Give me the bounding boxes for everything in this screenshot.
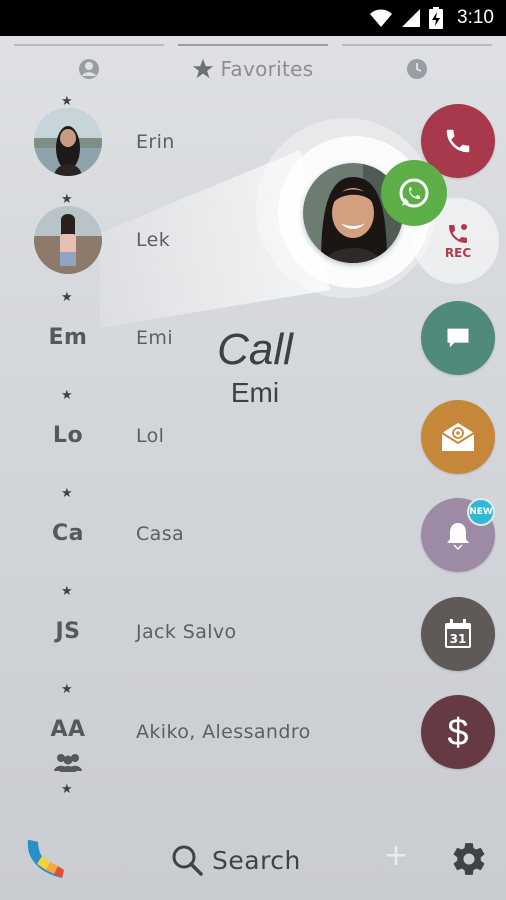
favorite-item-casa[interactable]: ★ Ca Casa (0, 484, 400, 582)
app-logo-icon[interactable] (22, 836, 68, 882)
whatsapp-action-button[interactable] (381, 160, 447, 226)
drag-action-hint: Call Emi (190, 324, 320, 410)
bell-icon (447, 523, 469, 551)
bottom-bar: + Search (0, 818, 506, 900)
star-icon: ★ (61, 388, 73, 403)
payment-action-button[interactable]: $ (421, 695, 495, 769)
favorite-name: Casa (136, 523, 185, 545)
contact-initials: Ca (52, 521, 84, 546)
dollar-icon: $ (447, 712, 468, 752)
contact-initials: Lo (52, 423, 84, 448)
gear-icon[interactable] (450, 840, 488, 878)
calendar-action-button[interactable]: 31 (421, 597, 495, 671)
favorite-name: Lol (136, 425, 165, 447)
phone-rec-icon (449, 224, 467, 243)
clock-icon (407, 59, 427, 79)
tab-favorites[interactable]: Favorites (178, 36, 328, 92)
favorite-item-akiko-alessandro[interactable]: ★ AA ★ Akiko, Alessandro (0, 680, 400, 800)
phone-icon (446, 129, 470, 153)
star-icon: ★ (61, 94, 73, 109)
rec-label: REC (444, 246, 472, 260)
clock-time: 3:10 (457, 7, 494, 28)
star-icon: ★ (61, 682, 73, 697)
search-icon (172, 845, 203, 876)
message-action-button[interactable] (421, 301, 495, 375)
favorite-item-jack-salvo[interactable]: ★ JS Jack Salvo (0, 582, 400, 680)
tab-recent[interactable] (342, 36, 492, 92)
favorite-name: Erin (136, 131, 175, 153)
search-label: Search (212, 845, 301, 875)
search-button[interactable]: Search (170, 840, 301, 880)
drag-contact-label: Emi (230, 377, 280, 408)
tab-contacts[interactable] (14, 36, 164, 92)
svg-text:$: $ (447, 712, 468, 752)
add-icon: + (383, 838, 409, 873)
star-icon: ★ (61, 290, 73, 305)
new-badge: NEW (467, 498, 495, 526)
person-icon (79, 59, 99, 79)
calendar-date: 31 (450, 632, 467, 646)
contact-initials: AA (50, 717, 86, 742)
favorite-name: Jack Salvo (136, 621, 237, 643)
status-bar: 3:10 (0, 0, 506, 36)
calendar-icon: 31 (445, 619, 471, 648)
avatar (34, 206, 102, 274)
group-icon (54, 754, 82, 772)
star-icon: ★ (61, 192, 73, 207)
whatsapp-icon (399, 178, 429, 208)
favorite-name: Lek (136, 229, 171, 251)
star-icon: ★ (61, 584, 73, 599)
contact-initials: JS (55, 619, 81, 644)
star-icon (193, 58, 214, 79)
email-action-button[interactable] (421, 400, 495, 474)
avatar (34, 108, 102, 176)
email-icon (441, 423, 475, 451)
favorite-name: Akiko, Alessandro (136, 721, 311, 743)
star-icon: ★ (61, 486, 73, 501)
battery-charging-icon (429, 7, 444, 29)
contact-initials: Em (48, 325, 88, 350)
wifi-icon (370, 9, 393, 27)
star-icon: ★ (61, 782, 73, 797)
tab-favorites-label: Favorites (220, 57, 314, 81)
drag-action-label: Call (217, 325, 293, 374)
favorite-name: Emi (136, 327, 173, 349)
signal-icon (402, 9, 421, 27)
chat-icon (447, 328, 469, 348)
tab-bar: Favorites (0, 36, 506, 92)
